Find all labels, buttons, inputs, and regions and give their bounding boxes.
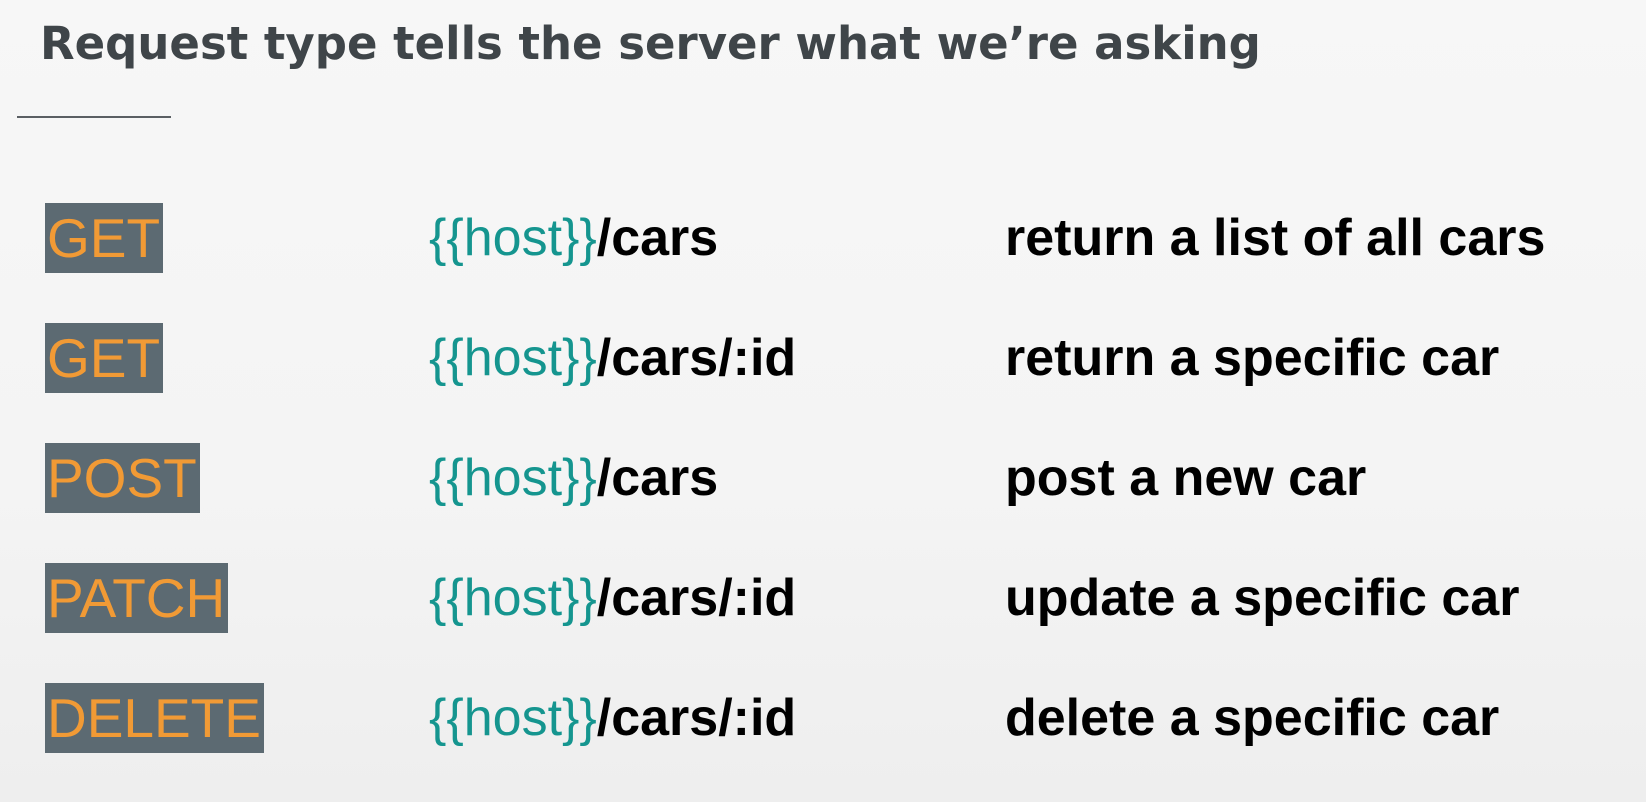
title-underline-divider bbox=[17, 116, 171, 118]
request-description: update a specific car bbox=[1005, 569, 1520, 627]
request-row-delete-specific-car: DELETE {{host}}/cars/:id delete a specif… bbox=[0, 680, 1646, 753]
request-description: return a list of all cars bbox=[1005, 209, 1546, 267]
endpoint-path: /cars bbox=[596, 449, 719, 507]
slide-title: Request type tells the server what we’re… bbox=[40, 17, 1261, 70]
http-method-badge: DELETE bbox=[45, 683, 264, 753]
endpoint: {{host}}/cars bbox=[429, 200, 718, 276]
http-method-badge: GET bbox=[45, 203, 164, 273]
http-method-badge: GET bbox=[45, 323, 164, 393]
request-row-get-all-cars: GET {{host}}/cars return a list of all c… bbox=[0, 200, 1646, 273]
endpoint: {{host}}/cars bbox=[429, 440, 718, 516]
endpoint-path: /cars/:id bbox=[596, 329, 797, 387]
host-placeholder: {{host}} bbox=[429, 689, 597, 747]
endpoint: {{host}}/cars/:id bbox=[429, 320, 796, 396]
endpoint-path: /cars/:id bbox=[596, 689, 797, 747]
endpoint-path: /cars bbox=[596, 209, 719, 267]
request-description: delete a specific car bbox=[1005, 689, 1500, 747]
endpoint: {{host}}/cars/:id bbox=[429, 560, 796, 636]
endpoint: {{host}}/cars/:id bbox=[429, 680, 796, 756]
host-placeholder: {{host}} bbox=[429, 329, 597, 387]
request-row-patch-specific-car: PATCH {{host}}/cars/:id update a specifi… bbox=[0, 560, 1646, 633]
request-row-get-specific-car: GET {{host}}/cars/:id return a specific … bbox=[0, 320, 1646, 393]
endpoint-path: /cars/:id bbox=[596, 569, 797, 627]
host-placeholder: {{host}} bbox=[429, 209, 597, 267]
request-description: return a specific car bbox=[1005, 329, 1500, 387]
slide: { "slide": { "title": "Request type tell… bbox=[0, 0, 1646, 802]
http-method-badge: POST bbox=[45, 443, 200, 513]
host-placeholder: {{host}} bbox=[429, 569, 597, 627]
request-description: post a new car bbox=[1005, 449, 1367, 507]
host-placeholder: {{host}} bbox=[429, 449, 597, 507]
request-row-post-new-car: POST {{host}}/cars post a new car bbox=[0, 440, 1646, 513]
http-method-badge: PATCH bbox=[45, 563, 229, 633]
